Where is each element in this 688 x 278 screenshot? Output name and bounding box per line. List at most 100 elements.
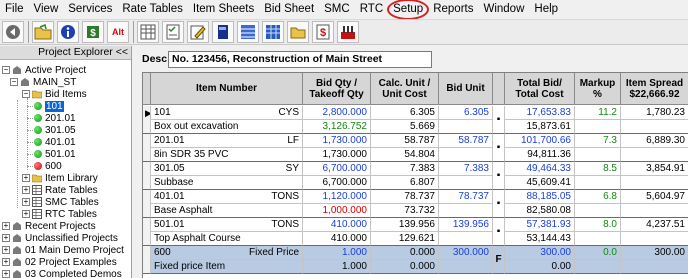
info-icon[interactable] — [57, 21, 79, 43]
item-number-cell[interactable]: 401.01 TONS — [151, 190, 303, 204]
menu-view[interactable]: View — [29, 0, 64, 18]
tree-node-rtc-tables[interactable]: + RTC Tables — [22, 208, 97, 220]
bid-unit-cell[interactable]: 300.000 — [439, 246, 493, 260]
menu-help[interactable]: Help — [529, 0, 563, 18]
expand-toggle[interactable]: + — [22, 174, 30, 182]
unit-cost-cell[interactable]: 5.669 — [371, 120, 439, 134]
row-selector[interactable] — [143, 190, 151, 218]
item-spread-cell[interactable]: 300.00 — [621, 246, 688, 260]
tree-node-bid-item[interactable]: 301.05 — [34, 124, 76, 136]
markup-cell[interactable]: 0.0 — [575, 246, 621, 260]
item-description-cell[interactable]: 8in SDR 35 PVC — [151, 148, 303, 162]
header-item-number[interactable]: Item Number — [151, 73, 303, 105]
expand-toggle[interactable]: + — [2, 270, 10, 278]
tree-node-top[interactable]: +03 Completed Demos — [2, 268, 122, 278]
project-explorer-header[interactable]: Project Explorer << — [0, 46, 131, 60]
tree-node-item-library[interactable]: + Item Library — [22, 172, 98, 184]
spreadsheet-icon[interactable] — [262, 21, 284, 43]
back-arrow-icon[interactable] — [2, 21, 24, 43]
expand-toggle[interactable]: + — [22, 210, 30, 218]
item-description-cell[interactable]: Box out excavation — [151, 120, 303, 134]
tree-node-top[interactable]: +01 Main Demo Project — [2, 244, 124, 256]
item-spread-cell[interactable]: 6,889.30 — [621, 134, 688, 148]
item-description-cell[interactable]: Top Asphalt Course — [151, 232, 303, 246]
total-bid-cell[interactable]: 101,700.66 — [505, 134, 575, 148]
menu-bid-sheet[interactable]: Bid Sheet — [259, 0, 319, 18]
header-item-spread[interactable]: Item Spread $22,666.92 — [621, 73, 688, 105]
tree-node-bid-item[interactable]: 501.01 — [34, 148, 76, 160]
edit-icon[interactable] — [187, 21, 209, 43]
total-cost-cell[interactable]: 82,580.08 — [505, 204, 575, 218]
bid-qty-cell[interactable]: 2,800.000 — [303, 106, 371, 120]
item-spread-cell[interactable]: 4,237.51 — [621, 218, 688, 232]
folder-icon[interactable] — [287, 21, 309, 43]
total-bid-cell[interactable]: 17,653.83 — [505, 106, 575, 120]
table-icon[interactable] — [237, 21, 259, 43]
expand-toggle[interactable]: + — [2, 234, 10, 242]
collapse-toggle[interactable]: − — [22, 90, 30, 98]
total-cost-cell[interactable]: 53,144.43 — [505, 232, 575, 246]
item-description-cell[interactable]: Fixed price Item — [151, 260, 303, 274]
expand-toggle[interactable]: + — [2, 222, 10, 230]
item-number-cell[interactable]: 301.05 SY — [151, 162, 303, 176]
collapse-toggle[interactable]: − — [10, 78, 18, 86]
menu-rate-tables[interactable]: Rate Tables — [117, 0, 188, 18]
row-selector[interactable] — [143, 162, 151, 190]
calc-unit-cell[interactable]: 58.787 — [371, 134, 439, 148]
markup-cell[interactable]: 11.2 — [575, 106, 621, 120]
header-bid-qty[interactable]: Bid Qty / Takeoff Qty — [303, 73, 371, 105]
takeoff-qty-cell[interactable]: 3,126.752 — [303, 120, 371, 134]
bid-qty-cell[interactable]: 1,120.000 — [303, 190, 371, 204]
tree-node-top[interactable]: + Recent Projects — [2, 220, 96, 232]
grid-icon[interactable] — [137, 21, 159, 43]
markup-cell[interactable]: 6.8 — [575, 190, 621, 204]
item-spread-cell[interactable]: 5,604.97 — [621, 190, 688, 204]
tree-node-bid-item[interactable]: 201.01 — [34, 112, 76, 124]
tree-node-bid-items[interactable]: − Bid Items — [22, 88, 87, 100]
item-description-cell[interactable]: Base Asphalt — [151, 204, 303, 218]
flag-cell[interactable]: ▪ — [493, 162, 505, 190]
takeoff-qty-cell[interactable]: 1,000.000 — [303, 204, 371, 218]
dollar-sheet-icon[interactable]: $ — [312, 21, 334, 43]
bid-unit-cell[interactable]: 7.383 — [439, 162, 493, 176]
markup-cell[interactable]: 8.0 — [575, 218, 621, 232]
unit-cost-cell[interactable]: 73.732 — [371, 204, 439, 218]
tree-node-main-st[interactable]: − MAIN_ST — [10, 76, 76, 88]
takeoff-qty-cell[interactable]: 410.000 — [303, 232, 371, 246]
bid-qty-cell[interactable]: 410.000 — [303, 218, 371, 232]
item-number-cell[interactable]: 600 Fixed Price — [151, 246, 303, 260]
calc-unit-cell[interactable]: 0.000 — [371, 246, 439, 260]
row-selector[interactable]: ▶ — [143, 106, 151, 134]
calc-unit-cell[interactable]: 78.737 — [371, 190, 439, 204]
expand-toggle[interactable]: + — [22, 186, 30, 194]
tree-node-bid-item[interactable]: 101 — [34, 100, 64, 112]
flag-cell[interactable]: F — [493, 246, 505, 274]
header-bid-unit[interactable]: Bid Unit — [439, 73, 493, 105]
markup-cell[interactable]: 8.5 — [575, 162, 621, 176]
takeoff-qty-cell[interactable]: 1,730.000 — [303, 148, 371, 162]
bid-unit-cell[interactable]: 139.956 — [439, 218, 493, 232]
total-bid-cell[interactable]: 88,185.05 — [505, 190, 575, 204]
tree-node-bid-item[interactable]: 600 — [34, 160, 62, 172]
row-selector[interactable] — [143, 218, 151, 246]
menu-smc[interactable]: SMC — [319, 0, 355, 18]
menu-item-sheets[interactable]: Item Sheets — [188, 0, 259, 18]
money-icon[interactable]: $ — [82, 21, 104, 43]
calc-unit-cell[interactable]: 7.383 — [371, 162, 439, 176]
row-selector[interactable] — [143, 134, 151, 162]
flag-cell[interactable]: ▪ — [493, 134, 505, 162]
unit-cost-cell[interactable]: 0.000 — [371, 260, 439, 274]
bid-qty-cell[interactable]: 6,700.000 — [303, 162, 371, 176]
takeoff-qty-cell[interactable]: 1.000 — [303, 260, 371, 274]
tools-icon[interactable] — [337, 21, 359, 43]
expand-toggle[interactable]: + — [2, 258, 10, 266]
bid-unit-cell[interactable]: 78.737 — [439, 190, 493, 204]
collapse-toggle[interactable]: − — [2, 66, 10, 74]
total-cost-cell[interactable]: 94,811.36 — [505, 148, 575, 162]
total-cost-cell[interactable]: 0.00 — [505, 260, 575, 274]
bid-qty-cell[interactable]: 1,730.000 — [303, 134, 371, 148]
alt-icon[interactable]: Alt — [107, 21, 129, 43]
menu-services[interactable]: Services — [63, 0, 117, 18]
menu-window[interactable]: Window — [478, 0, 529, 18]
item-description-cell[interactable]: Subbase — [151, 176, 303, 190]
